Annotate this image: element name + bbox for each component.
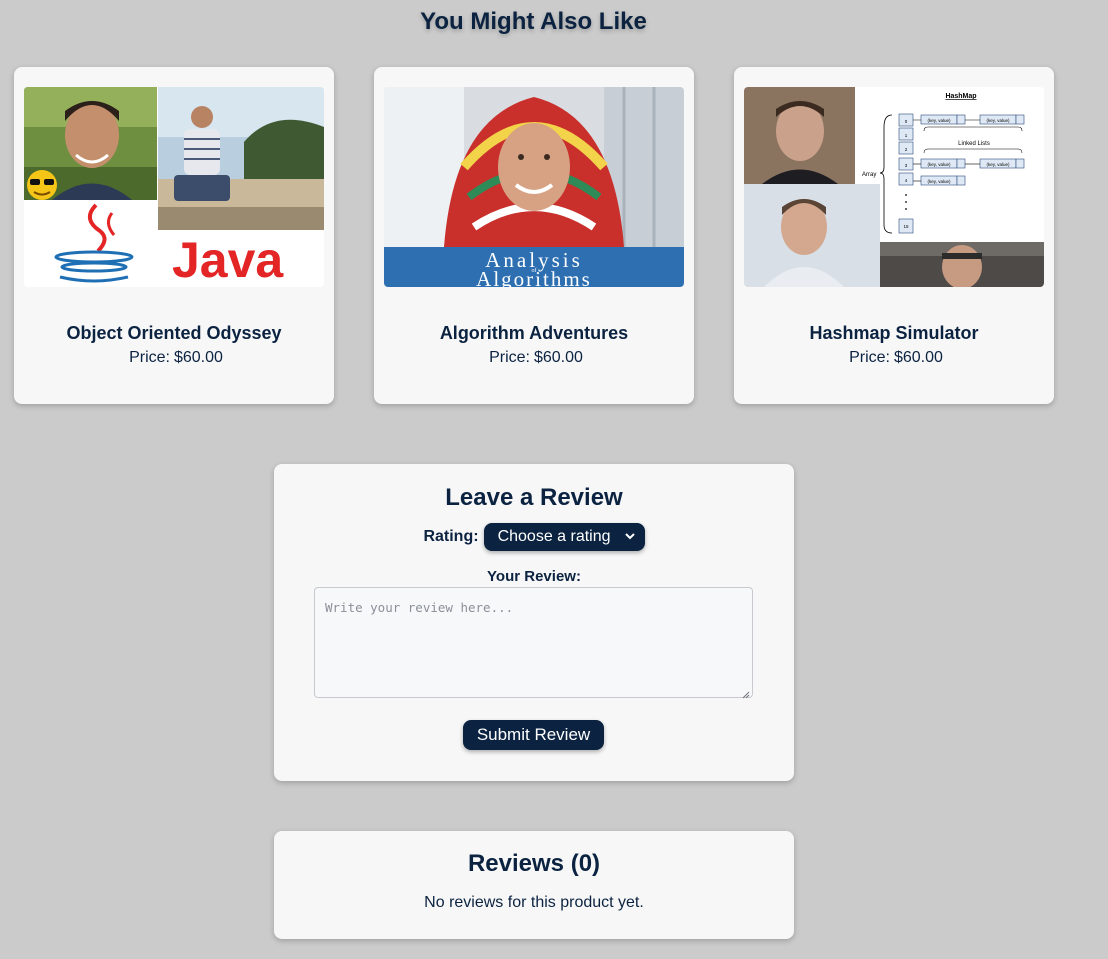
review-textarea[interactable]: Write your review here...: [314, 587, 753, 699]
price-label: Price:: [129, 349, 170, 366]
product-card-algorithm-adventures[interactable]: Analysis of Algorithms Algorithm Adventu…: [374, 67, 694, 404]
hashmap-course-image: HashMap Array 0 1 2 3 4 15 (key, value) …: [744, 87, 1044, 287]
leave-review-panel: Leave a Review Rating: Choose a rating Y…: [274, 464, 794, 781]
product-image[interactable]: Analysis of Algorithms: [384, 87, 684, 287]
rating-select[interactable]: Choose a rating: [483, 523, 645, 551]
svg-text:(key, value): (key, value): [928, 179, 951, 184]
chevron-down-icon: [624, 531, 635, 543]
svg-text:(key, value): (key, value): [987, 162, 1010, 167]
price-label: Price:: [849, 349, 890, 366]
product-name[interactable]: Hashmap Simulator: [734, 323, 1054, 344]
svg-text:15: 15: [903, 224, 909, 229]
page: You Might Also Like Java Object Oriented…: [0, 0, 1108, 959]
svg-text:(key, value): (key, value): [928, 162, 951, 167]
rating-label: Rating:: [423, 528, 479, 545]
product-card-hashmap-simulator[interactable]: HashMap Array 0 1 2 3 4 15 (key, value) …: [734, 67, 1054, 404]
product-name[interactable]: Object Oriented Odyssey: [14, 323, 334, 344]
svg-text:Algorithms: Algorithms: [476, 267, 592, 287]
resize-grip-icon[interactable]: [742, 687, 750, 699]
rating-select-value: Choose a rating: [497, 528, 611, 545]
submit-review-button[interactable]: Submit Review: [463, 720, 604, 750]
reviews-title: Reviews (0): [467, 850, 601, 877]
price-value: $60.00: [893, 349, 943, 366]
product-card-object-oriented-odyssey[interactable]: Java Object Oriented Odyssey Price: $60.0…: [14, 67, 334, 404]
svg-text:Array: Array: [862, 172, 876, 178]
product-image[interactable]: Java: [24, 87, 324, 287]
product-price: Price: $60.00: [374, 349, 694, 367]
reviews-panel: Reviews (0) No reviews for this product …: [274, 831, 794, 939]
svg-text:Linked Lists: Linked Lists: [958, 141, 990, 147]
price-value: $60.00: [173, 349, 223, 366]
product-image[interactable]: HashMap Array 0 1 2 3 4 15 (key, value) …: [744, 87, 1044, 287]
product-price: Price: $60.00: [14, 349, 334, 367]
sunglasses-emoji-icon: [27, 170, 57, 200]
no-reviews-message: No reviews for this product yet.: [424, 894, 644, 911]
svg-text:HashMap: HashMap: [945, 93, 976, 100]
review-placeholder: Write your review here...: [325, 600, 514, 615]
section-title: You Might Also Like: [420, 8, 647, 35]
product-name[interactable]: Algorithm Adventures: [374, 323, 694, 344]
rating-row: Rating: Choose a rating: [274, 522, 794, 552]
leave-review-title: Leave a Review: [445, 484, 623, 511]
svg-text:(key, value): (key, value): [928, 118, 951, 123]
algorithms-course-image: Analysis of Algorithms: [384, 87, 684, 287]
product-price: Price: $60.00: [734, 349, 1054, 367]
svg-text:Java: Java: [172, 232, 284, 287]
review-label: Your Review:: [487, 568, 581, 585]
price-value: $60.00: [533, 349, 583, 366]
price-label: Price:: [489, 349, 530, 366]
svg-text:(key, value): (key, value): [987, 118, 1010, 123]
java-course-image: Java: [24, 87, 324, 287]
